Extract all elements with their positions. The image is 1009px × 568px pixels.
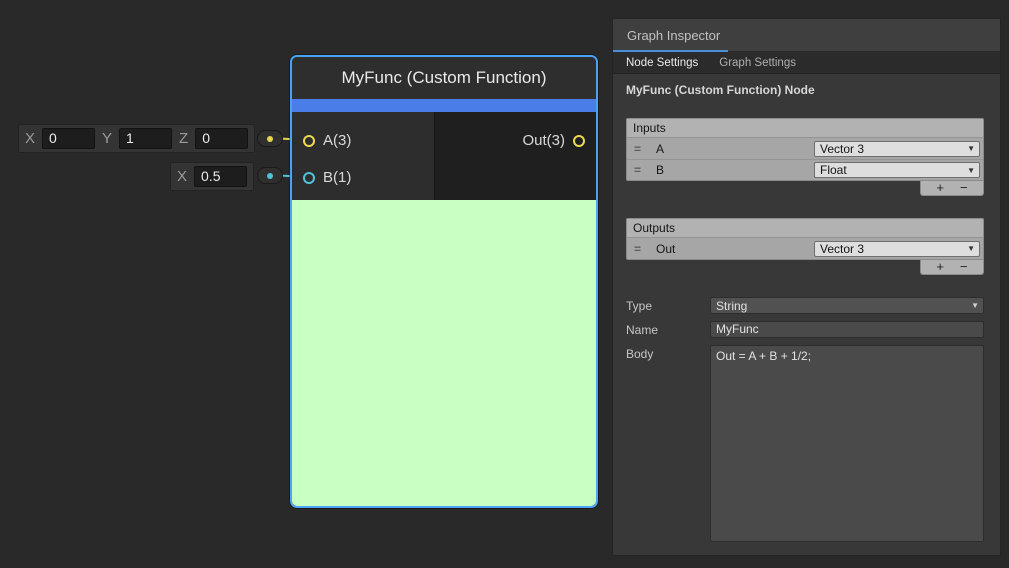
input-a-type-dropdown[interactable]: Vector 3 ▼ (814, 141, 980, 157)
node-header[interactable]: MyFunc (Custom Function) (292, 57, 596, 99)
input-b-type-dropdown[interactable]: Float ▼ (814, 162, 980, 178)
inputs-row-b[interactable]: = B Float ▼ (627, 159, 983, 180)
add-input-button[interactable]: + (936, 182, 944, 194)
add-output-button[interactable]: + (936, 261, 944, 273)
float-connector-stub[interactable] (257, 167, 283, 184)
vector3-input-widget: X 0 Y 1 Z 0 (18, 124, 255, 153)
inputs-list: Inputs = A Vector 3 ▼ = B Float ▼ (626, 118, 984, 181)
node-preview (292, 200, 596, 506)
input-a-name: A (656, 142, 664, 156)
node-title: MyFunc (Custom Function) (342, 68, 547, 88)
vector3-x-field[interactable]: 0 (42, 128, 95, 149)
type-value: String (716, 299, 747, 313)
inspector-header[interactable]: Graph Inspector (613, 19, 1000, 52)
vector3-y-field[interactable]: 1 (119, 128, 172, 149)
shader-graph-canvas[interactable]: X 0 Y 1 Z 0 X 0.5 MyFunc (Custom Functio… (0, 0, 1009, 568)
output-out-type-dropdown[interactable]: Vector 3 ▼ (814, 241, 980, 257)
port-out-label: Out(3) (522, 132, 565, 150)
remove-output-button[interactable]: − (960, 261, 968, 273)
custom-function-node[interactable]: MyFunc (Custom Function) A(3) B(1) Out(3… (290, 55, 598, 508)
chevron-down-icon: ▼ (967, 166, 975, 175)
inputs-list-title: Inputs (627, 119, 983, 138)
outputs-list-title: Outputs (627, 219, 983, 238)
vector3-x-label: X (25, 130, 35, 147)
remove-input-button[interactable]: − (960, 182, 968, 194)
float-x-field[interactable]: 0.5 (194, 166, 247, 187)
outputs-list: Outputs = Out Vector 3 ▼ (626, 218, 984, 260)
tab-graph-settings[interactable]: Graph Settings (719, 57, 796, 69)
outputs-row-out[interactable]: = Out Vector 3 ▼ (627, 238, 983, 259)
drag-handle-icon[interactable]: = (634, 143, 648, 155)
name-label: Name (626, 321, 710, 337)
input-b-name: B (656, 163, 664, 177)
name-field[interactable]: MyFunc (710, 321, 984, 338)
chevron-down-icon: ▼ (967, 144, 975, 153)
float-input-widget: X 0.5 (170, 162, 254, 191)
name-row: Name MyFunc (626, 321, 984, 338)
type-dropdown[interactable]: String ▼ (710, 297, 984, 314)
graph-inspector-panel: Graph Inspector Node Settings Graph Sett… (612, 18, 1001, 556)
port-a-label: A(3) (323, 132, 351, 150)
inputs-list-footer: + − (920, 181, 984, 196)
port-b-label: B(1) (323, 169, 351, 187)
inputs-list-footer-wrap: + − (626, 181, 984, 196)
vector3-z-label: Z (179, 130, 188, 147)
node-ports-section: A(3) B(1) Out(3) (292, 112, 596, 200)
input-b-type-value: Float (820, 163, 847, 177)
type-label: Type (626, 297, 710, 313)
type-row: Type String ▼ (626, 297, 984, 314)
body-label: Body (626, 345, 710, 361)
outputs-list-footer-wrap: + − (626, 260, 984, 275)
output-out-type-value: Vector 3 (820, 242, 864, 256)
inspector-header-accent (613, 50, 728, 52)
inspector-title: Graph Inspector (627, 28, 720, 43)
port-out-icon[interactable] (573, 135, 585, 147)
float-x-label: X (177, 168, 187, 185)
body-textarea[interactable]: Out = A + B + 1/2; (710, 345, 984, 542)
vector3-connector-stub[interactable] (257, 130, 283, 147)
drag-handle-icon[interactable]: = (634, 243, 648, 255)
inspector-tab-bar: Node Settings Graph Settings (613, 52, 1000, 74)
drag-handle-icon[interactable]: = (634, 164, 648, 176)
chevron-down-icon: ▼ (967, 244, 975, 253)
tab-node-settings[interactable]: Node Settings (626, 57, 698, 69)
port-b-icon[interactable] (303, 172, 315, 184)
outputs-list-footer: + − (920, 260, 984, 275)
vector3-z-field[interactable]: 0 (195, 128, 248, 149)
port-a-icon[interactable] (303, 135, 315, 147)
node-settings-heading: MyFunc (Custom Function) Node (626, 83, 984, 97)
inspector-content: MyFunc (Custom Function) Node Inputs = A… (613, 83, 1000, 542)
vector3-y-label: Y (102, 130, 112, 147)
float-port-dot-icon (267, 173, 273, 179)
node-accent-bar (292, 99, 596, 112)
body-row: Body Out = A + B + 1/2; (626, 345, 984, 542)
chevron-down-icon: ▼ (971, 301, 979, 310)
input-a-type-value: Vector 3 (820, 142, 864, 156)
inputs-row-a[interactable]: = A Vector 3 ▼ (627, 138, 983, 159)
output-out-name: Out (656, 242, 675, 256)
node-inputs-column (292, 112, 435, 200)
vector3-port-dot-icon (267, 136, 273, 142)
